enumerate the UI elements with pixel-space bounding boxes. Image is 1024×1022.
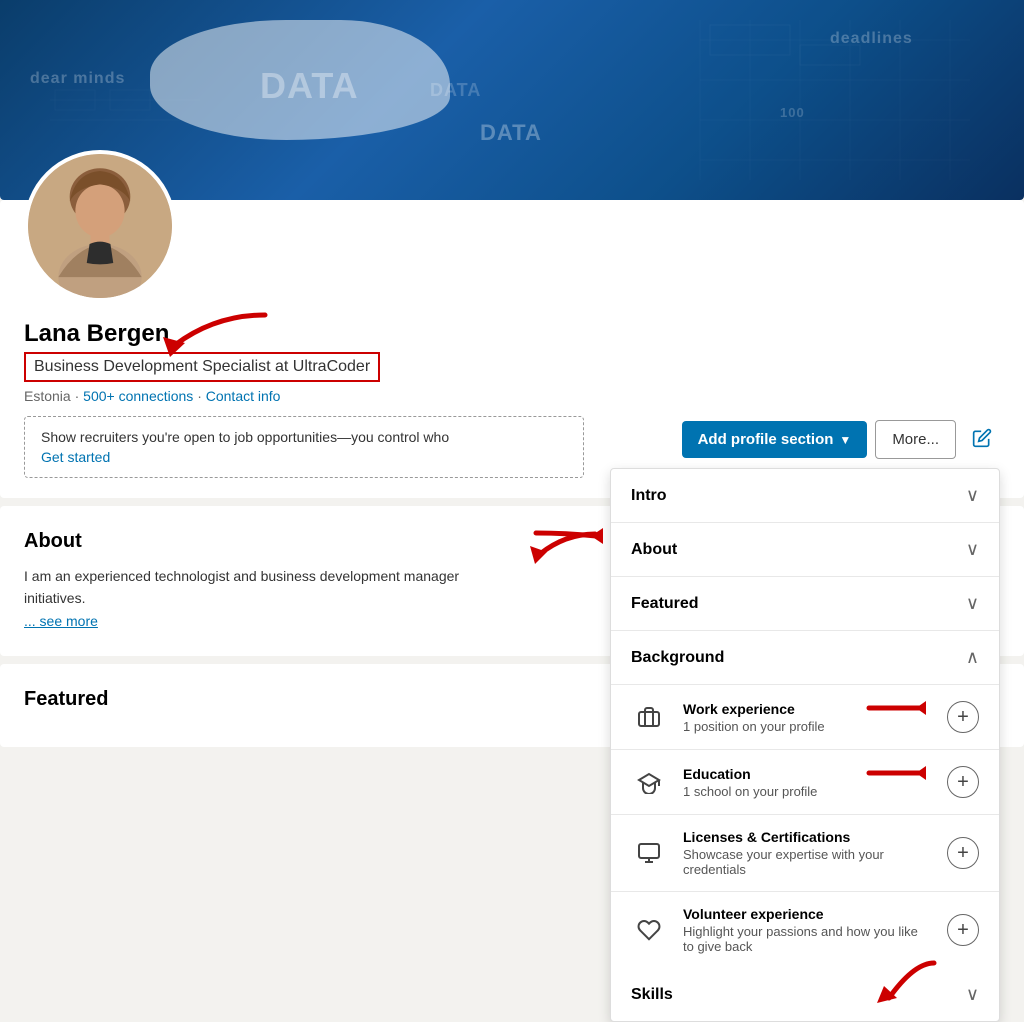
work-exp-text: Work experience 1 position on your profi… (683, 701, 931, 734)
bg-item-volunteer: Volunteer experience Highlight your pass… (611, 892, 999, 968)
banner-text-100: 100 (780, 105, 805, 120)
volunteer-text: Volunteer experience Highlight your pass… (683, 906, 931, 954)
background-chevron-icon: ∧ (966, 647, 979, 668)
bg-item-licenses: Licenses & Certifications Showcase your … (611, 815, 999, 892)
dropdown-intro[interactable]: Intro ∨ (611, 469, 999, 523)
get-started-link[interactable]: Get started (41, 449, 567, 465)
about-text-line2: initiatives. (24, 590, 85, 606)
profile-section: Add profile section ▼ More... Lana Berge… (0, 200, 1024, 498)
add-section-label: Add profile section (698, 431, 834, 448)
featured-label: Featured (631, 595, 699, 613)
about-label: About (631, 541, 677, 559)
open-to-work-text: Show recruiters you're open to job oppor… (41, 429, 449, 445)
licenses-subtitle: Showcase your expertise with your creden… (683, 847, 931, 877)
add-volunteer-button[interactable]: + (947, 914, 979, 946)
education-subtitle: 1 school on your profile (683, 784, 931, 799)
profile-title: Business Development Specialist at Ultra… (34, 358, 370, 375)
profile-meta: Estonia · 500+ connections · Contact inf… (24, 388, 584, 404)
banner-text-deadlines: deadlines (830, 30, 913, 48)
featured-chevron-icon: ∨ (966, 593, 979, 614)
dropdown-featured[interactable]: Featured ∨ (611, 577, 999, 631)
bg-item-work: Work experience 1 position on your profi… (611, 685, 999, 750)
banner-text-data2: DATA (430, 80, 481, 101)
bg-item-education: Education 1 school on your profile + (611, 750, 999, 815)
background-label: Background (631, 649, 724, 667)
banner-text-dearmind: dear minds (30, 70, 125, 88)
licenses-text: Licenses & Certifications Showcase your … (683, 829, 931, 877)
work-exp-title: Work experience (683, 701, 931, 717)
background-items: Work experience 1 position on your profi… (611, 685, 999, 968)
education-text: Education 1 school on your profile (683, 766, 931, 799)
add-education-button[interactable]: + (947, 766, 979, 798)
open-to-work-banner: Show recruiters you're open to job oppor… (24, 416, 584, 478)
volunteer-title: Volunteer experience (683, 906, 931, 922)
profile-title-box: Business Development Specialist at Ultra… (24, 352, 380, 382)
connections-link[interactable]: 500+ connections (83, 388, 193, 404)
intro-label: Intro (631, 487, 667, 505)
banner-text-data: DATA (260, 65, 359, 107)
avatar (24, 150, 176, 302)
see-more-link[interactable]: ... see more (24, 613, 98, 629)
edit-button[interactable] (964, 420, 1000, 459)
volunteer-subtitle: Highlight your passions and how you like… (683, 924, 931, 954)
dropdown-about-wrapper: About ∨ (611, 523, 999, 577)
add-section-dropdown: Intro ∨ About ∨ Featured (610, 468, 1000, 1022)
add-licenses-button[interactable]: + (947, 837, 979, 869)
dropdown-background-header[interactable]: Background ∧ (611, 631, 999, 685)
intro-chevron-icon: ∨ (966, 485, 979, 506)
education-title: Education (683, 766, 931, 782)
dropdown-about[interactable]: About ∨ (611, 523, 999, 577)
licenses-title: Licenses & Certifications (683, 829, 931, 845)
contact-info-link[interactable]: Contact info (206, 388, 281, 404)
add-work-button[interactable]: + (947, 701, 979, 733)
school-icon (631, 764, 667, 800)
banner-text-data3: DATA (480, 120, 542, 146)
action-buttons: Add profile section ▼ More... (682, 420, 1000, 459)
skills-label: Skills (631, 986, 673, 1004)
more-button[interactable]: More... (875, 420, 956, 459)
dropdown-arrow-icon: ▼ (839, 433, 851, 447)
skills-chevron-icon: ∨ (966, 984, 979, 1005)
profile-name: Lana Bergen (24, 320, 584, 348)
about-text-line1: I am an experienced technologist and bus… (24, 568, 459, 584)
avatar-container (24, 150, 176, 302)
location: Estonia (24, 388, 71, 404)
add-profile-section-button[interactable]: Add profile section ▼ (682, 421, 868, 458)
dropdown-skills[interactable]: Skills ∨ (611, 968, 999, 1021)
about-chevron-icon: ∨ (966, 539, 979, 560)
work-exp-subtitle: 1 position on your profile (683, 719, 931, 734)
profile-info: Lana Bergen Business Development Special… (24, 320, 584, 478)
more-label: More... (892, 431, 939, 448)
certificate-icon (631, 835, 667, 871)
briefcase-icon (631, 699, 667, 735)
pencil-icon (972, 428, 992, 448)
heart-icon (631, 912, 667, 948)
